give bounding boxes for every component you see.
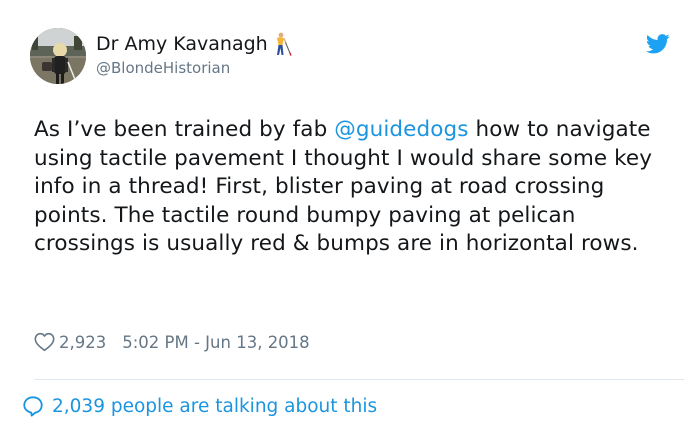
tweet-text: As I’ve been trained by fab @guidedogs h… — [34, 116, 674, 259]
avatar[interactable] — [30, 28, 86, 84]
person-with-white-cane-icon — [270, 32, 292, 56]
tweet-header: Dr Amy Kavanagh @BlondeHistorian — [30, 28, 680, 88]
timestamp[interactable]: 5:02 PM - Jun 13, 2018 — [122, 333, 309, 352]
display-name-row[interactable]: Dr Amy Kavanagh — [96, 32, 292, 56]
like-count: 2,923 — [59, 332, 107, 352]
profile-photo — [30, 28, 86, 84]
tweet-text-start: As I’ve been trained by fab — [34, 117, 335, 142]
twitter-bird-icon[interactable] — [645, 34, 670, 54]
heart-icon — [34, 332, 55, 352]
handle[interactable]: @BlondeHistorian — [96, 57, 292, 79]
speech-bubble-icon — [22, 395, 44, 417]
tweet-meta: 2,923 5:02 PM - Jun 13, 2018 — [34, 328, 310, 356]
talking-text: 2,039 people are talking about this — [52, 395, 378, 417]
mention-link[interactable]: @guidedogs — [334, 117, 468, 142]
conversation-link[interactable]: 2,039 people are talking about this — [22, 392, 377, 420]
author-names: Dr Amy Kavanagh @BlondeHistorian — [96, 32, 292, 79]
display-name[interactable]: Dr Amy Kavanagh — [96, 33, 268, 55]
like-button[interactable]: 2,923 — [34, 332, 106, 352]
tweet-card: Dr Amy Kavanagh @BlondeHistorian As I’ve… — [0, 0, 700, 429]
divider — [34, 379, 684, 380]
